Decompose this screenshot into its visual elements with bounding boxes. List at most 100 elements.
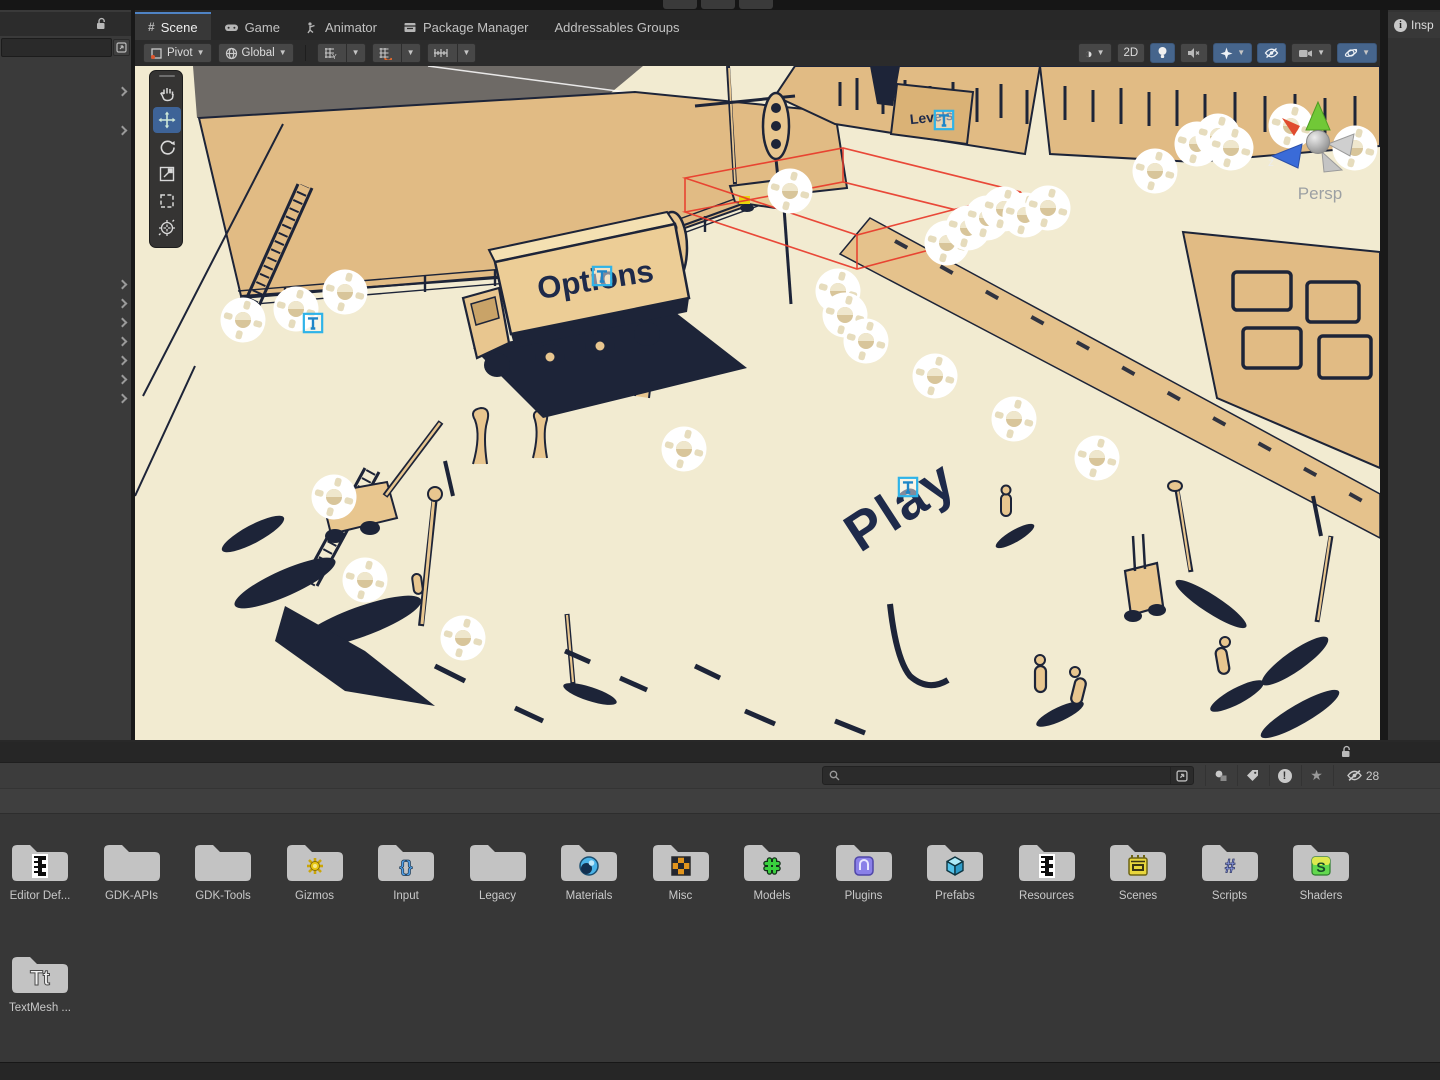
folder-gizmos[interactable]: Gizmos bbox=[270, 838, 360, 902]
tab-package-manager[interactable]: Package Manager bbox=[390, 12, 542, 40]
project-content[interactable]: Editor Def...GDK-APIsGDK-ToolsGizmos{}In… bbox=[0, 814, 1440, 1062]
scene-viewport[interactable]: Options Play Levels z bbox=[135, 66, 1380, 740]
svg-text:Tt: Tt bbox=[30, 967, 50, 990]
gizmos-dropdown[interactable]: ▼ bbox=[1337, 43, 1377, 63]
folder-models[interactable]: Models bbox=[727, 838, 817, 902]
light-gizmo[interactable] bbox=[1026, 186, 1071, 231]
chevron-down-icon[interactable]: ▼ bbox=[346, 44, 365, 62]
chevron-down-icon[interactable]: ▼ bbox=[401, 44, 420, 62]
folder-resources[interactable]: Resources bbox=[1002, 838, 1092, 902]
hierarchy-picker-icon[interactable] bbox=[113, 39, 130, 56]
folder-input[interactable]: {}Input bbox=[361, 838, 451, 902]
camera-dropdown[interactable]: ▼ bbox=[1291, 43, 1332, 63]
hierarchy-foldout-icon[interactable] bbox=[118, 394, 128, 404]
play-button[interactable] bbox=[663, 0, 697, 9]
console-alert-button[interactable]: ! bbox=[1269, 765, 1299, 786]
tab-inspector[interactable]: i Insp bbox=[1388, 12, 1440, 38]
light-gizmo[interactable] bbox=[1075, 436, 1120, 481]
search-by-type-button[interactable] bbox=[1205, 765, 1235, 786]
2d-toggle[interactable]: 2D bbox=[1117, 43, 1146, 63]
textmesh-gizmo[interactable] bbox=[899, 478, 917, 496]
hierarchy-foldout-icon[interactable] bbox=[118, 318, 128, 328]
transform-tool[interactable] bbox=[153, 215, 181, 241]
pivot-dropdown[interactable]: Pivot ▼ bbox=[143, 43, 212, 63]
light-gizmo[interactable] bbox=[844, 319, 889, 364]
hierarchy-foldout-icon[interactable] bbox=[118, 280, 128, 290]
folder-prefabs[interactable]: Prefabs bbox=[910, 838, 1000, 902]
folder-gdk-apis[interactable]: GDK-APIs bbox=[87, 838, 177, 902]
rotate-tool[interactable] bbox=[153, 134, 181, 160]
snap-magnet-icon bbox=[373, 44, 397, 62]
project-search[interactable] bbox=[822, 766, 1194, 785]
tab-game[interactable]: Game bbox=[211, 12, 293, 40]
scene-tabstrip: # Scene Game Animator Package Manager Ad… bbox=[135, 10, 1380, 40]
folder-gdk-tools[interactable]: GDK-Tools bbox=[178, 838, 268, 902]
textmesh-gizmo[interactable] bbox=[593, 267, 611, 285]
light-gizmo[interactable] bbox=[662, 427, 707, 472]
grid-visibility-dropdown[interactable]: Y ▼ bbox=[317, 43, 366, 63]
chevron-down-icon[interactable]: ▼ bbox=[457, 44, 476, 62]
effects-dropdown[interactable]: ▼ bbox=[1213, 43, 1252, 63]
grid-snapping-dropdown[interactable]: ▼ bbox=[372, 43, 421, 63]
step-button[interactable] bbox=[739, 0, 773, 9]
tab-animator[interactable]: Animator bbox=[293, 12, 390, 40]
inspector-tab-label: Insp bbox=[1411, 18, 1434, 32]
light-gizmo[interactable] bbox=[1209, 126, 1254, 171]
global-dropdown[interactable]: Global ▼ bbox=[218, 43, 294, 63]
folder-scripts[interactable]: #Scripts bbox=[1185, 838, 1275, 902]
hierarchy-foldout-icon[interactable] bbox=[118, 299, 128, 309]
folder-materials[interactable]: Materials bbox=[544, 838, 634, 902]
folder-legacy[interactable]: Legacy bbox=[453, 838, 543, 902]
light-gizmo[interactable] bbox=[312, 475, 357, 520]
light-gizmo[interactable] bbox=[913, 354, 958, 399]
light-gizmo[interactable] bbox=[343, 558, 388, 603]
eye-slash-icon bbox=[1264, 47, 1279, 59]
hidden-count-toggle[interactable]: 28 bbox=[1333, 765, 1391, 786]
scale-tool[interactable] bbox=[153, 161, 181, 187]
project-search-input[interactable] bbox=[840, 770, 1170, 782]
chevron-down-icon: ▼ bbox=[1317, 49, 1325, 57]
hierarchy-foldout-icon[interactable] bbox=[118, 356, 128, 366]
hierarchy-search-input[interactable] bbox=[1, 38, 112, 57]
search-picker-icon[interactable] bbox=[1170, 767, 1193, 784]
search-by-label-button[interactable] bbox=[1237, 765, 1267, 786]
lighting-toggle[interactable] bbox=[1150, 43, 1175, 63]
tab-scene[interactable]: # Scene bbox=[135, 12, 211, 40]
light-gizmo[interactable] bbox=[323, 270, 368, 315]
light-gizmo[interactable] bbox=[441, 616, 486, 661]
move-tool[interactable] bbox=[153, 107, 181, 133]
increment-snap-dropdown[interactable]: ▼ bbox=[427, 43, 477, 63]
hierarchy-foldout-icon[interactable] bbox=[118, 126, 128, 136]
hidden-objects-toggle[interactable] bbox=[1257, 43, 1286, 63]
hierarchy-foldout-icon[interactable] bbox=[118, 337, 128, 347]
folder-textmesh[interactable]: TtTextMesh ... bbox=[0, 950, 85, 1014]
folder-scenes[interactable]: Scenes bbox=[1093, 838, 1183, 902]
panel-divider[interactable] bbox=[1380, 10, 1388, 740]
pause-button[interactable] bbox=[701, 0, 735, 9]
hierarchy-foldout-icon[interactable] bbox=[118, 375, 128, 385]
shading-mode-dropdown[interactable]: ◑ ▼ bbox=[1078, 43, 1112, 63]
textmesh-gizmo[interactable] bbox=[304, 314, 322, 332]
perspective-label[interactable]: Persp bbox=[1298, 184, 1342, 203]
folder-icon bbox=[832, 838, 896, 888]
lock-icon[interactable] bbox=[95, 17, 108, 31]
inspector-panel: i Insp bbox=[1388, 10, 1440, 740]
favorites-star-button[interactable]: ★ bbox=[1301, 765, 1331, 786]
light-gizmo[interactable] bbox=[768, 169, 813, 214]
folder-shaders[interactable]: SShaders bbox=[1276, 838, 1366, 902]
rect-tool[interactable] bbox=[153, 188, 181, 214]
folder-plugins[interactable]: Plugins bbox=[819, 838, 909, 902]
textmesh-gizmo[interactable] bbox=[935, 111, 953, 129]
folder-misc[interactable]: Misc bbox=[636, 838, 726, 902]
lock-icon[interactable] bbox=[1340, 745, 1353, 759]
light-gizmo[interactable] bbox=[1133, 149, 1178, 194]
view-hand-tool[interactable] bbox=[153, 80, 181, 106]
tab-addressables-groups[interactable]: Addressables Groups bbox=[542, 12, 693, 40]
project-breadcrumb-bar[interactable] bbox=[0, 788, 1440, 814]
light-gizmo[interactable] bbox=[221, 298, 266, 343]
light-gizmo[interactable] bbox=[992, 397, 1037, 442]
audio-toggle[interactable] bbox=[1180, 43, 1208, 63]
folder-editor-def[interactable]: Editor Def... bbox=[0, 838, 85, 902]
hierarchy-foldout-icon[interactable] bbox=[118, 87, 128, 97]
overlay-drag-handle[interactable] bbox=[159, 75, 175, 77]
